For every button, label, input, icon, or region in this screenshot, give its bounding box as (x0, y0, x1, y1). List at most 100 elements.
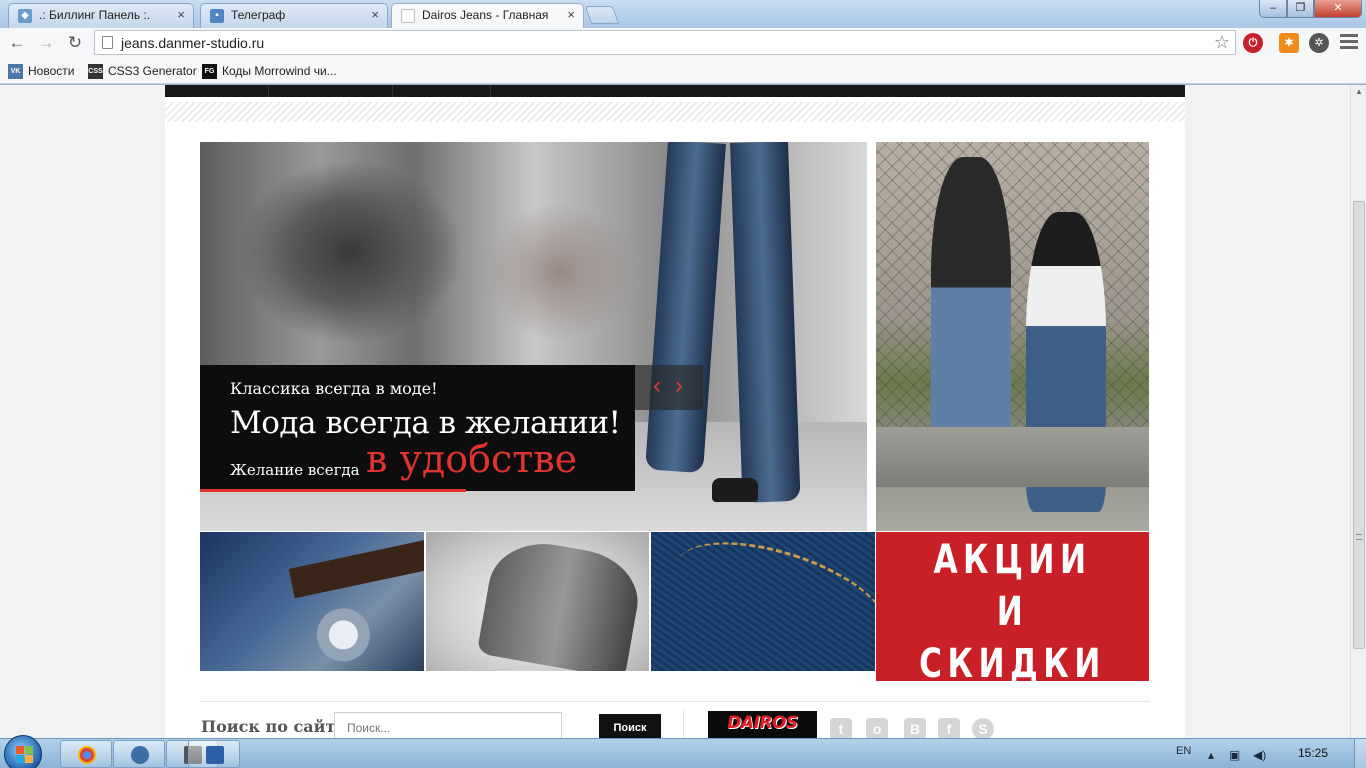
scroll-grip (1356, 534, 1362, 540)
tile-watch-jeans[interactable] (200, 532, 424, 671)
tile-denim[interactable] (651, 532, 875, 671)
footer-divider (200, 701, 1150, 702)
tray-expand-icon[interactable]: ▴ (1208, 748, 1214, 762)
odnoklassniki-icon[interactable]: o (866, 718, 888, 738)
telegraph-icon (131, 746, 149, 764)
jeans-leg-right (730, 142, 801, 503)
close-tab-icon[interactable]: × (177, 4, 185, 26)
language-indicator[interactable]: EN (1176, 745, 1191, 757)
bug-extension-icon[interactable]: ✲ (1309, 33, 1329, 53)
joomla-extension-icon[interactable]: ✱ (1279, 33, 1299, 53)
caption-line-3: Желание всегда (230, 461, 360, 479)
vkontakte-icon[interactable]: B (904, 718, 926, 738)
promo-line-3: СКИДКИ (919, 641, 1106, 687)
striped-divider (165, 102, 1185, 122)
blurred-storefront (480, 202, 640, 342)
chrome-icon (78, 746, 96, 764)
floppy-disk-icon (206, 746, 224, 764)
tab-dairos[interactable]: Dairos Jeans - Главная × (391, 3, 584, 28)
clock[interactable]: 15:25 (1298, 746, 1328, 760)
tile-model[interactable] (426, 532, 649, 671)
close-tab-icon[interactable]: × (371, 4, 379, 26)
page-container: ‹ › Классика всегда в моде! Мода всегда … (165, 85, 1185, 738)
bookmarks-bar: VK Новости CSS CSS3 Generator FG Коды Mo… (0, 58, 1366, 84)
vertical-separator (683, 710, 684, 738)
search-button[interactable]: Поиск (599, 714, 661, 738)
page-viewport: ‹ › Классика всегда в моде! Мода всегда … (0, 85, 1350, 738)
wire-fence (876, 142, 1149, 432)
windows-taskbar: EN ▴ ▣ ◀) 15:25 (0, 735, 1366, 768)
search-input[interactable] (334, 712, 562, 738)
top-navigation-bar (165, 85, 1185, 97)
close-window-button[interactable]: ✕ (1314, 0, 1362, 18)
scroll-up-icon[interactable]: ▲ (1355, 87, 1363, 96)
slider-caption: Классика всегда в моде! Мода всегда в же… (200, 365, 635, 492)
close-tab-icon[interactable]: × (567, 4, 575, 26)
vertical-scrollbar[interactable]: ▲ (1350, 85, 1366, 738)
facebook-icon[interactable]: f (938, 718, 960, 738)
fg-icon: FG (202, 64, 217, 79)
twitter-icon[interactable]: t (830, 718, 852, 738)
taskbar-save-app[interactable] (188, 740, 240, 768)
page-icon (102, 36, 113, 49)
dairos-logo[interactable]: DAIROS (708, 711, 817, 738)
denim-seam (662, 532, 875, 671)
promo-banner[interactable]: АКЦИИ И СКИДКИ (876, 532, 1149, 687)
reload-icon[interactable]: ↻ (64, 32, 86, 54)
tab-label: Dairos Jeans - Главная (422, 8, 549, 22)
hero-slider[interactable]: ‹ › Классика всегда в моде! Мода всегда … (200, 142, 867, 531)
address-bar[interactable]: jeans.danmer-studio.ru ☆ (94, 30, 1236, 55)
concrete-wall (876, 427, 1149, 487)
shoe (712, 478, 758, 502)
new-tab-button[interactable] (584, 6, 620, 24)
telegraph-favicon-icon: ▪ (210, 9, 224, 23)
caption-accent-bar (200, 489, 466, 492)
opera-extension-icon[interactable]: ⏻ (1243, 33, 1263, 53)
slider-next-icon[interactable]: › (675, 372, 683, 400)
bookmark-news[interactable]: VK Новости (8, 62, 74, 80)
slider-arrows: ‹ › (635, 365, 703, 410)
page-favicon-icon (401, 9, 415, 23)
bookmark-star-icon[interactable]: ☆ (1214, 32, 1230, 53)
palm-tree-background (240, 162, 460, 342)
chrome-menu-icon[interactable] (1340, 34, 1358, 52)
url-text: jeans.danmer-studio.ru (121, 35, 265, 51)
slider-prev-icon[interactable]: ‹ (653, 372, 661, 400)
back-arrow-icon[interactable]: ← (6, 32, 28, 54)
browser-tab-strip: ◆ .: Биллинг Панель :. × ▪ Телеграф × Da… (0, 0, 1366, 28)
start-button[interactable] (4, 735, 42, 768)
taskbar-chrome[interactable] (60, 740, 112, 768)
promo-line-2: И (996, 589, 1029, 635)
bookmark-label: Коды Morrowind чи... (222, 64, 337, 78)
bookmark-css3-generator[interactable]: CSS CSS3 Generator (88, 62, 197, 80)
forward-arrow-icon[interactable]: → (35, 32, 57, 54)
bookmark-label: Новости (28, 64, 75, 78)
tab-label: .: Биллинг Панель :. (39, 8, 151, 22)
logo-text: DAIROS (727, 713, 798, 733)
tab-label: Телеграф (231, 8, 286, 22)
caption-line-2: Мода всегда в желании! (230, 405, 621, 441)
bookmark-label: CSS3 Generator (108, 64, 197, 78)
vk-icon: VK (8, 64, 23, 79)
promo-line-1: АКЦИИ (933, 537, 1092, 583)
search-label: Поиск по сайту (201, 717, 346, 736)
model-figure (476, 534, 646, 671)
volume-icon[interactable]: ◀) (1253, 748, 1266, 762)
man-figure (931, 157, 1011, 447)
couple-photo[interactable] (876, 142, 1149, 531)
show-desktop-button[interactable] (1354, 739, 1366, 768)
bookmark-morrowind-codes[interactable]: FG Коды Morrowind чи... (202, 62, 337, 80)
tab-billing[interactable]: ◆ .: Биллинг Панель :. × (8, 3, 194, 28)
caption-line-1: Классика всегда в моде! (230, 379, 438, 398)
tab-telegraph[interactable]: ▪ Телеграф × (200, 3, 388, 28)
network-icon[interactable]: ▣ (1229, 748, 1240, 762)
billing-favicon-icon: ◆ (18, 9, 32, 23)
minimize-button[interactable]: – (1259, 0, 1287, 18)
caption-line-4: в удобстве (366, 437, 578, 481)
belt (288, 535, 424, 599)
scroll-thumb[interactable] (1353, 201, 1365, 649)
css3-icon: CSS (88, 64, 103, 79)
skype-icon[interactable]: S (972, 718, 994, 738)
maximize-button[interactable]: ❐ (1287, 0, 1314, 18)
taskbar-telegraph[interactable] (113, 740, 165, 768)
